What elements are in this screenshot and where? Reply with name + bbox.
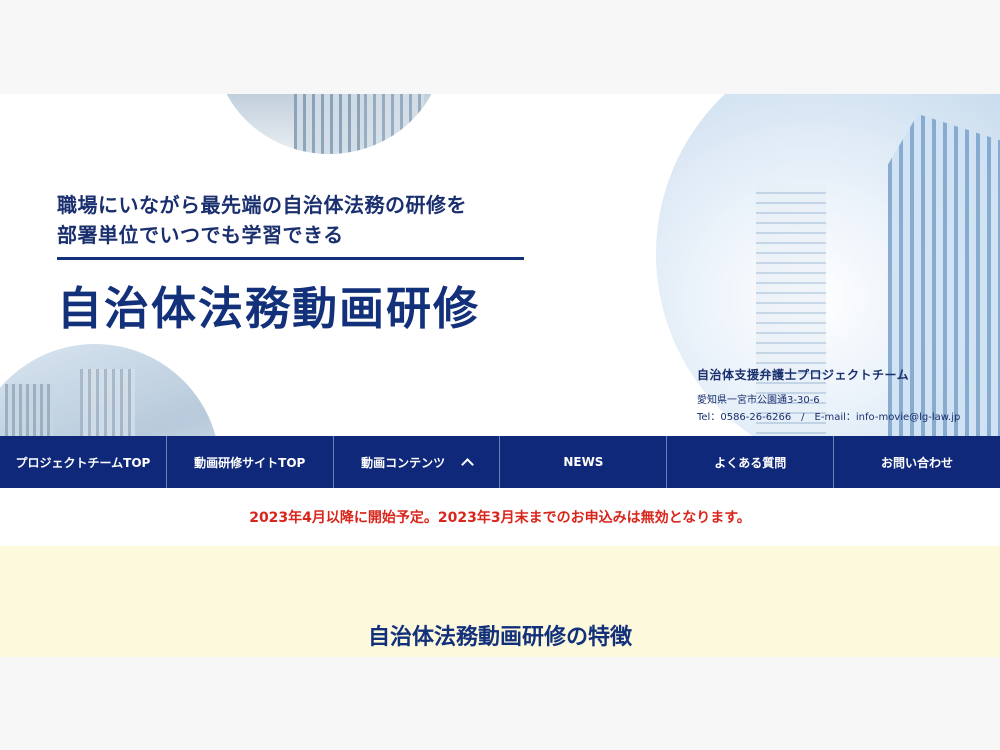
hero-image-top <box>214 94 444 154</box>
hero-tagline: 職場にいながら最先端の自治体法務の研修を 部署単位でいつでも学習できる <box>57 190 467 250</box>
notice-banner: 2023年4月以降に開始予定。2023年3月末までのお申込みは無効となります。 <box>0 488 1000 546</box>
notice-text: 2023年4月以降に開始予定。2023年3月末までのお申込みは無効となります。 <box>249 510 751 526</box>
page-title: 自治体法務動画研修 <box>57 282 481 335</box>
features-title: 自治体法務動画研修の特徴 <box>367 625 632 650</box>
chevron-up-icon <box>461 457 474 471</box>
hero: 職場にいながら最先端の自治体法務の研修を 部署単位でいつでも学習できる 自治体法… <box>0 94 1000 436</box>
nav-item-video-contents[interactable]: 動画コンテンツ <box>334 436 501 488</box>
organization-address: 愛知県一宮市公園通3-30-6 <box>697 395 820 406</box>
nav-item-label: 動画研修サイトTOP <box>194 455 306 470</box>
nav-item-label: NEWS <box>563 455 604 469</box>
nav-item-label: よくある質問 <box>714 455 787 470</box>
nav-item-contact[interactable]: お問い合わせ <box>834 436 1000 488</box>
nav-item-label: プロジェクトチームTOP <box>15 455 151 470</box>
nav-item-video-site-top[interactable]: 動画研修サイトTOP <box>167 436 334 488</box>
organization-name: 自治体支援弁護士プロジェクトチーム <box>697 368 910 382</box>
title-divider <box>57 257 524 260</box>
tagline-line-1: 職場にいながら最先端の自治体法務の研修を <box>57 193 467 217</box>
organization-info: 自治体支援弁護士プロジェクトチーム 愛知県一宮市公園通3-30-6 Tel：05… <box>697 366 960 423</box>
features-section: 自治体法務動画研修の特徴 <box>0 546 1000 657</box>
hero-image-left <box>0 344 220 436</box>
nav-item-news[interactable]: NEWS <box>500 436 668 488</box>
nav-item-project-team-top[interactable]: プロジェクトチームTOP <box>0 436 167 488</box>
nav-item-label: お問い合わせ <box>881 455 954 470</box>
nav-item-faq[interactable]: よくある質問 <box>667 436 835 488</box>
nav-item-label: 動画コンテンツ <box>361 455 446 470</box>
tagline-line-2: 部署単位でいつでも学習できる <box>57 223 344 247</box>
page: 職場にいながら最先端の自治体法務の研修を 部署単位でいつでも学習できる 自治体法… <box>0 94 1000 657</box>
organization-contact: Tel：0586-26-6266 / E-mail：info-movie@lg-… <box>697 412 961 423</box>
global-nav: プロジェクトチームTOP 動画研修サイトTOP 動画コンテンツ NEWS よくあ… <box>0 436 1000 488</box>
